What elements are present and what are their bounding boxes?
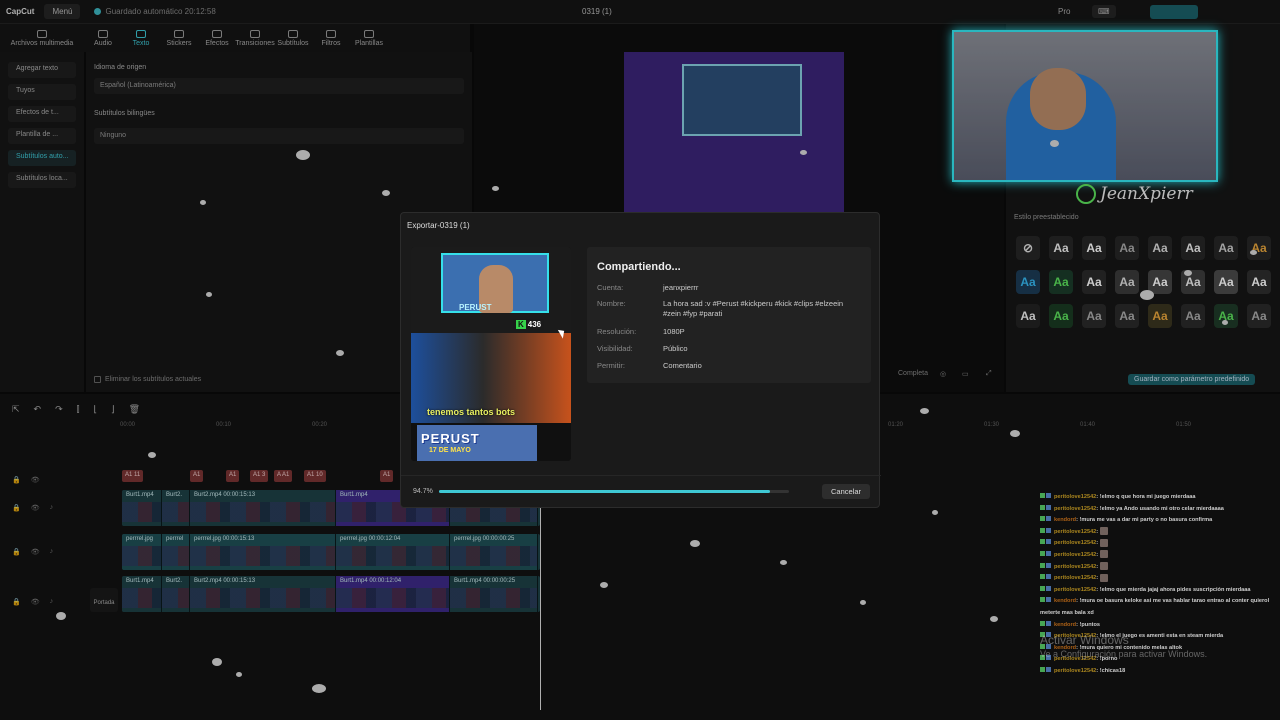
field-key: Permitir: [597,361,625,370]
video-thumbnail: PERUST K 436 tenemos tantos bots PERUST 1… [411,247,571,461]
export-dialog: Exportar-0319 (1) PERUST K 436 tenemos ta… [400,212,881,509]
progress-percent: 94.7% [413,488,433,495]
field-key: Visibilidad: [597,344,633,353]
thumb-caption: tenemos tantos bots [427,407,516,417]
field-key: Nombre: [597,299,626,308]
field-key: Cuenta: [597,283,624,292]
field-value: 1080P [663,327,685,336]
kick-count-badge: K 436 [513,319,545,330]
sharing-status: Compartiendo... [597,261,681,273]
cancel-button[interactable]: Cancelar [822,484,870,499]
thumb-pe-text: PERUST [459,303,492,312]
share-info-panel: Compartiendo... Cuenta: jeanxpierrr Nombre… [587,247,871,383]
thumb-perust-title: PERUST [421,431,480,446]
field-value: Público [663,344,688,353]
field-value: jeanxpierrr [663,283,699,292]
kick-count: 436 [527,320,542,329]
thumb-date-text: 17 DE MAYO [429,447,471,454]
field-value: La hora sad :v #Perust #kickperu #kick #… [663,299,844,318]
dialog-title: Exportar-0319 (1) [407,221,470,230]
field-key: Resolución: [597,327,637,336]
progress-bar [439,490,789,493]
thumb-webcam [441,253,549,313]
kick-icon: K [516,320,526,329]
progress-bar-fill [439,490,771,493]
export-progress-area: 94.7% Cancelar [401,475,881,509]
field-value: Comentario [663,361,702,370]
